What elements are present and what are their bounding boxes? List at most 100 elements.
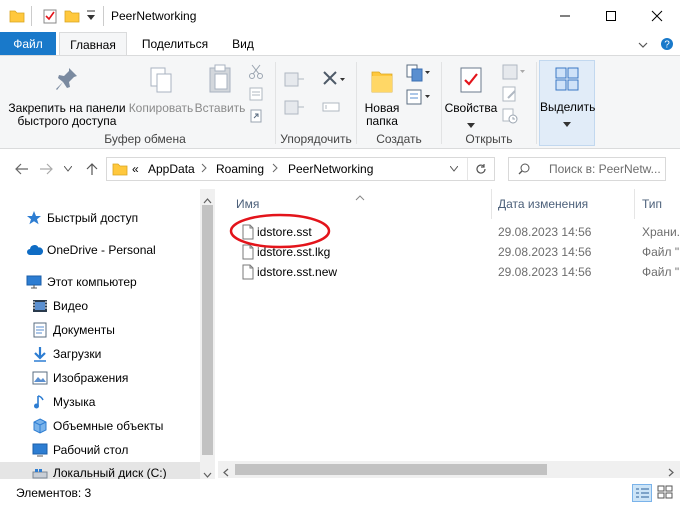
- new-item-icon[interactable]: [406, 64, 432, 85]
- nav-label: Локальный диск (C:): [53, 466, 167, 479]
- maximize-button[interactable]: [588, 0, 634, 32]
- history-icon[interactable]: [502, 108, 518, 127]
- copy-to-icon[interactable]: [284, 98, 306, 119]
- minimize-button[interactable]: [542, 0, 588, 32]
- scroll-down-icon[interactable]: [203, 467, 212, 479]
- copy-path-icon[interactable]: [248, 86, 264, 105]
- file-type: Храни...: [642, 225, 680, 239]
- refresh-button[interactable]: [471, 160, 491, 178]
- breadcrumb-appdata[interactable]: AppData: [148, 162, 195, 176]
- nav-videos[interactable]: Видео: [0, 295, 200, 317]
- nav-music[interactable]: Музыка: [0, 391, 200, 413]
- new-folder-button[interactable]: Новая папка: [360, 60, 404, 130]
- file-date: 29.08.2023 14:56: [498, 225, 592, 239]
- file-type: Файл ": [642, 265, 680, 279]
- column-header-name[interactable]: Имя: [236, 197, 259, 211]
- new-folder-icon: [370, 66, 394, 97]
- paste-shortcut-icon[interactable]: [248, 108, 264, 127]
- group-separator: [441, 62, 442, 144]
- select-label: Выделить: [540, 100, 596, 114]
- column-header-date[interactable]: Дата изменения: [498, 197, 588, 211]
- paste-button[interactable]: Вставить: [194, 60, 246, 130]
- tab-home[interactable]: Главная: [59, 32, 127, 56]
- copy-icon: [149, 66, 173, 97]
- new-folder-qa-icon[interactable]: [64, 8, 80, 27]
- breadcrumb-roaming[interactable]: Roaming: [216, 162, 264, 176]
- copy-button[interactable]: Копировать: [128, 60, 194, 130]
- tab-file[interactable]: Файл: [0, 32, 56, 56]
- help-icon[interactable]: ?: [660, 37, 674, 54]
- nav-downloads[interactable]: Загрузки: [0, 343, 200, 365]
- edit-icon[interactable]: [502, 86, 518, 105]
- qa-dropdown-icon[interactable]: [86, 9, 96, 26]
- nav-label: Объемные объекты: [53, 419, 164, 433]
- properties-button[interactable]: Свойства: [444, 60, 498, 130]
- forward-button[interactable]: [36, 159, 56, 179]
- nav-label: Музыка: [53, 395, 96, 409]
- chevron-right-icon[interactable]: [201, 162, 207, 176]
- chevron-down-icon[interactable]: [638, 39, 648, 53]
- scroll-right-icon[interactable]: [668, 466, 674, 479]
- properties-qa-icon[interactable]: [42, 8, 58, 27]
- music-icon: [32, 394, 48, 410]
- select-button[interactable]: Выделить: [539, 60, 595, 146]
- tab-share[interactable]: Поделиться: [136, 32, 214, 56]
- new-folder-label-2: папка: [366, 114, 398, 128]
- properties-icon: [459, 66, 483, 97]
- file-list-scroll-thumb[interactable]: [235, 464, 547, 475]
- rename-icon[interactable]: [322, 98, 340, 119]
- open-icon[interactable]: [502, 64, 528, 83]
- nav-documents[interactable]: Документы: [0, 319, 200, 341]
- nav-desktop[interactable]: Рабочий стол: [0, 439, 200, 461]
- nav-scrollbar[interactable]: [200, 189, 215, 479]
- desktop-icon: [32, 442, 48, 458]
- back-button[interactable]: [12, 159, 32, 179]
- chevron-right-icon[interactable]: [272, 162, 278, 176]
- column-divider[interactable]: [491, 189, 492, 219]
- nav-pictures[interactable]: Изображения: [0, 367, 200, 389]
- nav-this-pc[interactable]: Этот компьютер: [0, 271, 200, 293]
- nav-label: Видео: [53, 299, 89, 313]
- tab-view[interactable]: Вид: [225, 32, 261, 56]
- file-list-horizontal-scrollbar[interactable]: [218, 461, 680, 478]
- move-to-icon[interactable]: [284, 70, 306, 91]
- window-title: PeerNetworking: [111, 9, 197, 23]
- nav-label: Загрузки: [53, 347, 102, 361]
- nav-onedrive[interactable]: OneDrive - Personal: [0, 239, 200, 261]
- address-dropdown-button[interactable]: [441, 159, 467, 179]
- cut-icon[interactable]: [248, 64, 264, 83]
- open-group-label: Открыть: [465, 132, 513, 146]
- nav-label: Быстрый доступ: [47, 211, 139, 225]
- navigation-pane: Быстрый доступ OneDrive - Personal Этот …: [0, 189, 215, 479]
- scroll-left-icon[interactable]: [223, 466, 229, 479]
- nav-3d-objects[interactable]: Объемные объекты: [0, 415, 200, 437]
- nav-label: OneDrive - Personal: [47, 243, 156, 257]
- details-view-button[interactable]: [632, 484, 652, 502]
- address-bar[interactable]: « AppData Roaming PeerNetworking: [106, 157, 495, 181]
- address-divider: [467, 158, 468, 180]
- large-icons-view-button[interactable]: [656, 484, 676, 502]
- column-divider[interactable]: [634, 189, 635, 219]
- nav-local-disk-c[interactable]: Локальный диск (C:): [0, 462, 200, 479]
- copy-label: Копировать: [128, 101, 194, 115]
- paste-icon: [208, 64, 232, 97]
- close-button[interactable]: [634, 0, 680, 32]
- nav-scroll-thumb[interactable]: [202, 205, 213, 455]
- pin-quick-access-button[interactable]: Закрепить на панели быстрого доступа: [6, 60, 128, 130]
- download-icon: [32, 346, 48, 362]
- breadcrumb-peernetworking[interactable]: PeerNetworking: [288, 162, 373, 176]
- item-count: Элементов: 3: [16, 486, 92, 500]
- recent-locations-button[interactable]: [58, 159, 78, 179]
- breadcrumb-overflow[interactable]: «: [132, 162, 139, 176]
- up-button[interactable]: [82, 159, 102, 179]
- delete-icon[interactable]: [322, 70, 346, 91]
- star-icon: [26, 210, 42, 226]
- nav-label: Изображения: [53, 371, 129, 385]
- search-input[interactable]: Поиск в: PeerNetw...: [508, 157, 666, 181]
- column-header-type[interactable]: Тип: [642, 197, 662, 211]
- nav-quick-access[interactable]: Быстрый доступ: [0, 207, 200, 229]
- easy-access-icon[interactable]: [406, 88, 432, 109]
- folder-icon: [9, 8, 25, 27]
- sort-ascending-icon: [355, 190, 365, 204]
- file-row[interactable]: idstore.sst.new 29.08.2023 14:56 Файл ": [218, 262, 680, 282]
